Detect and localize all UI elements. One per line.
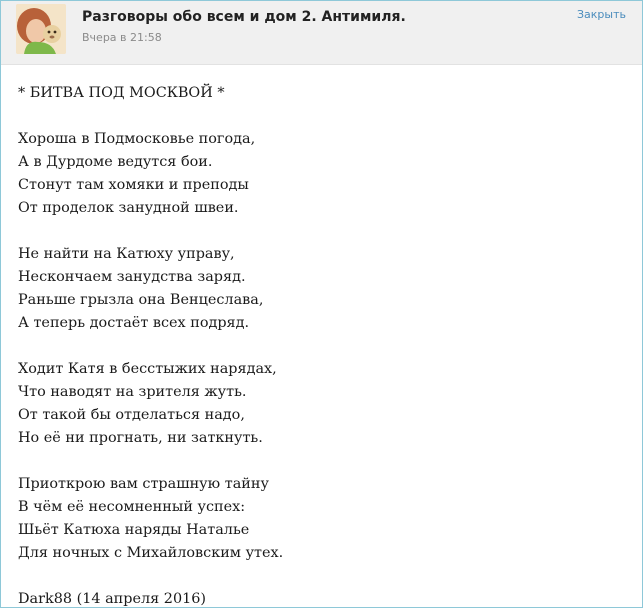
poem-line: Приоткрою вам страшную тайну: [18, 476, 269, 492]
post-window: Разговоры обо всем и дом 2. Антимиля. Вч…: [0, 0, 643, 608]
poem-line: Ходит Катя в бесстыжих нарядах,: [18, 361, 277, 377]
post-timestamp: Вчера в 21:58: [82, 31, 162, 44]
post-body: * БИТВА ПОД МОСКВОЙ * Хороша в Подмосков…: [1, 65, 642, 607]
poem-line: А теперь достаёт всех подряд.: [18, 315, 250, 331]
poem-line: Раньше грызла она Венцеслава,: [18, 292, 264, 308]
poem-line: Шьёт Катюха наряды Наталье: [18, 522, 250, 538]
post-header: Разговоры обо всем и дом 2. Антимиля. Вч…: [1, 1, 642, 65]
poem-line: Не найти на Катюху управу,: [18, 246, 235, 262]
poem-line: Что наводят на зрителя жуть.: [18, 384, 247, 400]
poem-line: В чём её несомненный успех:: [18, 499, 246, 515]
post-signature: Dark88 (14 апреля 2016): [18, 591, 207, 607]
group-avatar[interactable]: [16, 4, 66, 54]
poem-line: Но её ни прогнать, ни заткнуть.: [18, 430, 263, 446]
poem-line: А в Дурдоме ведутся бои.: [18, 154, 213, 170]
poem-line: От такой бы отделаться надо,: [18, 407, 245, 423]
poem-line: Для ночных с Михайловским утех.: [18, 545, 284, 561]
post-title[interactable]: Разговоры обо всем и дом 2. Антимиля.: [82, 9, 406, 25]
poem-line: Хороша в Подмосковье погода,: [18, 131, 256, 147]
poem-heading: * БИТВА ПОД МОСКВОЙ *: [18, 85, 225, 101]
close-link[interactable]: Закрыть: [577, 8, 626, 21]
avatar-image: [16, 4, 66, 54]
poem-line: Нескончаем занудства заряд.: [18, 269, 246, 285]
poem-line: Стонут там хомяки и преподы: [18, 177, 249, 193]
poem-line: От проделок занудной швеи.: [18, 200, 239, 216]
